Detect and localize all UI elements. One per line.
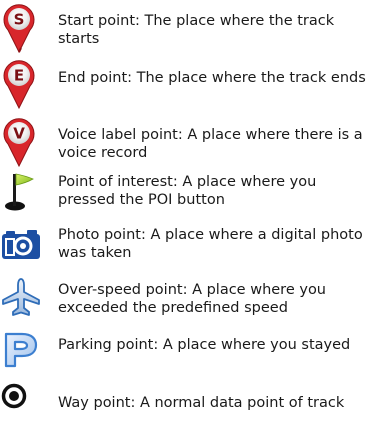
legend-item-end: E End point: The place where the track e… bbox=[0, 56, 373, 116]
legend-item-label: End point: The place where the track end… bbox=[58, 70, 366, 86]
flag-icon bbox=[0, 170, 46, 216]
airplane-icon bbox=[0, 276, 46, 322]
camera-icon bbox=[0, 226, 46, 272]
legend-item-label: Voice label point: A place where there i… bbox=[58, 127, 363, 161]
legend-item-label: Photo point: A place where a digital pho… bbox=[58, 227, 363, 261]
legend-item-label: Start point: The place where the track s… bbox=[58, 13, 335, 47]
legend-item-start: S Start point: The place where the track… bbox=[0, 0, 373, 60]
track-point-legend: S Start point: The place where the track… bbox=[0, 0, 373, 417]
legend-item-waypoint: Way point: A normal data point of track bbox=[0, 382, 373, 417]
voice-pin-icon: V bbox=[0, 116, 46, 168]
parking-icon bbox=[0, 330, 46, 376]
waypoint-icon bbox=[0, 382, 46, 428]
legend-item-label: Point of interest: A place where you pre… bbox=[58, 174, 317, 208]
start-pin-icon: S bbox=[0, 2, 46, 54]
legend-item-voice: V Voice label point: A place where there… bbox=[0, 114, 373, 174]
legend-item-label: Over-speed point: A place where you exce… bbox=[58, 282, 327, 316]
end-pin-icon: E bbox=[0, 58, 46, 110]
legend-item-photo: Photo point: A place where a digital pho… bbox=[0, 222, 373, 270]
start-pin-letter: S bbox=[14, 11, 25, 29]
end-pin-letter: E bbox=[14, 67, 24, 85]
legend-item-label: Parking point: A place where you stayed bbox=[58, 337, 351, 353]
legend-item-overspeed: Over-speed point: A place where you exce… bbox=[0, 276, 373, 326]
legend-item-parking: Parking point: A place where you stayed bbox=[0, 330, 373, 378]
voice-pin-letter: V bbox=[13, 125, 25, 143]
legend-item-poi: Point of interest: A place where you pre… bbox=[0, 170, 373, 218]
legend-item-label: Way point: A normal data point of track bbox=[58, 395, 345, 411]
